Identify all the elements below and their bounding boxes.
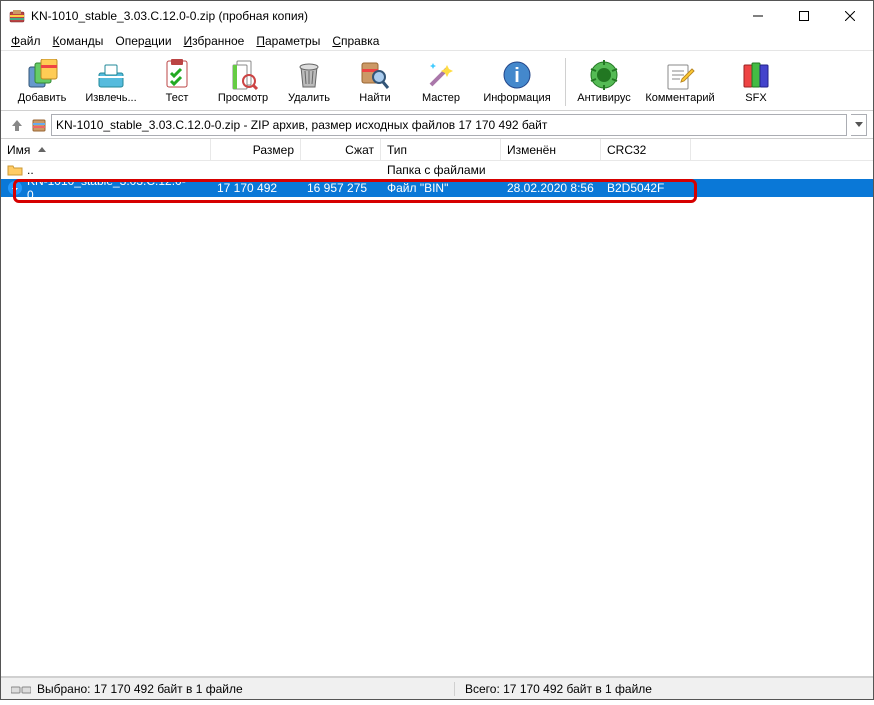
tool-label: Удалить (288, 92, 330, 104)
col-crc[interactable]: CRC32 (601, 139, 691, 160)
row-type: Папка с файлами (381, 163, 501, 177)
test-icon (161, 59, 193, 91)
close-button[interactable] (827, 1, 873, 31)
tool-find[interactable]: Найти (343, 54, 407, 110)
wizard-icon (425, 59, 457, 91)
tool-comment[interactable]: Комментарий (638, 54, 722, 110)
menu-help[interactable]: Справка (326, 32, 385, 50)
tool-antivirus[interactable]: Антивирус (572, 54, 636, 110)
tool-extract[interactable]: Извлечь... (79, 54, 143, 110)
col-modified[interactable]: Изменён (501, 139, 601, 160)
column-headers: Имя Размер Сжат Тип Изменён CRC32 (1, 139, 873, 161)
row-size: 17 170 492 (211, 181, 301, 195)
tool-label: SFX (745, 92, 766, 104)
winrar-window: KN-1010_stable_3.03.C.12.0-0.zip (пробна… (0, 0, 874, 700)
status-total: Всего: 17 170 492 байт в 1 файле (465, 682, 652, 696)
archive-stack-icon (26, 59, 58, 91)
address-dropdown[interactable] (851, 114, 867, 136)
row-name: KN-1010_stable_3.03.C.12.0-0.... (27, 174, 205, 202)
tool-label: Антивирус (577, 92, 630, 104)
file-row-selected[interactable]: KN-1010_stable_3.03.C.12.0-0.... 17 170 … (1, 179, 873, 197)
tool-label: Просмотр (218, 92, 268, 104)
col-packed[interactable]: Сжат (301, 139, 381, 160)
titlebar: KN-1010_stable_3.03.C.12.0-0.zip (пробна… (1, 1, 873, 31)
tool-label: Найти (359, 92, 390, 104)
bin-file-icon (7, 180, 23, 196)
disk-icon (11, 684, 31, 694)
toolbar: Добавить Извлечь... Тест Просмотр Удалит… (1, 51, 873, 111)
tool-view[interactable]: Просмотр (211, 54, 275, 110)
tool-test[interactable]: Тест (145, 54, 209, 110)
app-icon (9, 8, 25, 24)
address-path[interactable]: KN-1010_stable_3.03.C.12.0-0.zip - ZIP а… (51, 114, 847, 136)
menu-file[interactable]: Файл (5, 32, 47, 50)
extract-icon (95, 59, 127, 91)
tool-label: Тест (166, 92, 189, 104)
tool-label: Добавить (18, 92, 67, 104)
tool-label: Извлечь... (85, 92, 136, 104)
tool-label: Мастер (422, 92, 460, 104)
comment-icon (664, 59, 696, 91)
archive-icon (31, 117, 47, 133)
status-bar: Выбрано: 17 170 492 байт в 1 файле Всего… (1, 677, 873, 699)
maximize-button[interactable] (781, 1, 827, 31)
row-modified: 28.02.2020 8:56 (501, 181, 601, 195)
antivirus-icon (588, 59, 620, 91)
col-name[interactable]: Имя (1, 139, 211, 160)
tool-wizard[interactable]: Мастер (409, 54, 473, 110)
tool-sfx[interactable]: SFX (724, 54, 788, 110)
menu-options[interactable]: Параметры (250, 32, 326, 50)
tool-info[interactable]: i Информация (475, 54, 559, 110)
svg-text:i: i (514, 65, 520, 87)
status-selected: Выбрано: 17 170 492 байт в 1 файле (37, 682, 243, 696)
file-list[interactable]: .. Папка с файлами KN-1010_stable_3.03.C… (1, 161, 873, 677)
sfx-icon (740, 59, 772, 91)
col-size[interactable]: Размер (211, 139, 301, 160)
tool-label: Комментарий (645, 92, 714, 104)
row-type: Файл "BIN" (381, 181, 501, 195)
address-bar: KN-1010_stable_3.03.C.12.0-0.zip - ZIP а… (1, 111, 873, 139)
info-icon: i (501, 59, 533, 91)
col-type[interactable]: Тип (381, 139, 501, 160)
menu-operations[interactable]: Операции (109, 32, 177, 50)
up-button[interactable] (7, 115, 27, 135)
tool-add[interactable]: Добавить (7, 54, 77, 110)
menubar: Файл Команды Операции Избранное Параметр… (1, 31, 873, 51)
tool-delete[interactable]: Удалить (277, 54, 341, 110)
minimize-button[interactable] (735, 1, 781, 31)
menu-commands[interactable]: Команды (47, 32, 110, 50)
toolbar-separator (565, 58, 566, 106)
view-icon (227, 59, 259, 91)
tool-label: Информация (483, 92, 550, 104)
search-icon (359, 59, 391, 91)
window-title: KN-1010_stable_3.03.C.12.0-0.zip (пробна… (31, 9, 735, 23)
menu-favorites[interactable]: Избранное (178, 32, 251, 50)
row-packed: 16 957 275 (301, 181, 381, 195)
row-crc: B2D5042F (601, 181, 691, 195)
trash-icon (293, 59, 325, 91)
